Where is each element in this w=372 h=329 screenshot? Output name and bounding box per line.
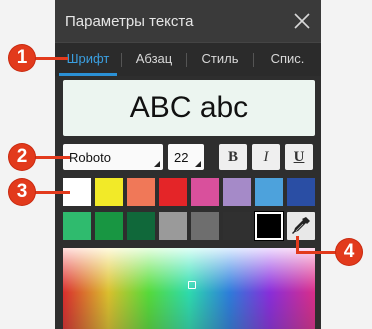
tab-lists-label: Спис. bbox=[270, 51, 305, 66]
callout-marker-4: 4 bbox=[336, 239, 362, 265]
dropdown-corner-icon bbox=[154, 161, 160, 167]
tab-font-label: Шрифт bbox=[66, 51, 110, 66]
callout-line bbox=[296, 251, 338, 254]
tab-style[interactable]: Стиль bbox=[187, 43, 253, 76]
color-swatch[interactable] bbox=[223, 212, 251, 240]
callout-line bbox=[30, 57, 68, 60]
callout-line bbox=[30, 156, 70, 159]
font-preview: ABC abc bbox=[63, 80, 315, 136]
color-swatch[interactable] bbox=[127, 178, 155, 206]
color-swatch[interactable] bbox=[63, 212, 91, 240]
dialog-titlebar: Параметры текста bbox=[55, 0, 321, 42]
active-tab-indicator bbox=[59, 73, 117, 76]
callout-marker-1: 1 bbox=[9, 45, 35, 71]
color-swatch[interactable] bbox=[95, 178, 123, 206]
callout-line bbox=[30, 191, 70, 194]
tab-style-label: Стиль bbox=[201, 51, 239, 66]
callout-marker-2: 2 bbox=[9, 144, 35, 170]
font-size-dropdown[interactable]: 22 bbox=[168, 144, 204, 170]
text-options-dialog: Параметры текста Шрифт Абзац Стиль Спис.… bbox=[55, 0, 321, 329]
font-size-value: 22 bbox=[174, 150, 189, 165]
color-picker-handle[interactable] bbox=[188, 281, 196, 289]
tab-paragraph[interactable]: Абзац bbox=[122, 43, 186, 76]
color-palette bbox=[63, 178, 315, 244]
font-family-value: Roboto bbox=[69, 150, 111, 165]
bold-button[interactable]: B bbox=[219, 144, 247, 170]
tab-bar: Шрифт Абзац Стиль Спис. bbox=[55, 42, 321, 76]
dialog-title: Параметры текста bbox=[65, 13, 194, 30]
close-button[interactable] bbox=[289, 8, 315, 34]
eyedropper-button[interactable] bbox=[287, 212, 315, 240]
font-family-dropdown[interactable]: Roboto bbox=[63, 144, 163, 170]
color-swatch[interactable] bbox=[191, 178, 219, 206]
color-swatch[interactable] bbox=[191, 212, 219, 240]
color-swatch[interactable] bbox=[95, 212, 123, 240]
eyedropper-icon bbox=[292, 217, 310, 234]
color-swatch[interactable] bbox=[287, 178, 315, 206]
tab-paragraph-label: Абзац bbox=[135, 51, 173, 66]
color-swatch[interactable] bbox=[127, 212, 155, 240]
color-swatch[interactable] bbox=[159, 178, 187, 206]
italic-button[interactable]: I bbox=[252, 144, 280, 170]
close-icon bbox=[294, 13, 310, 29]
color-swatch[interactable] bbox=[223, 178, 251, 206]
underline-button[interactable]: U bbox=[285, 144, 313, 170]
color-swatch[interactable] bbox=[255, 178, 283, 206]
dropdown-corner-icon bbox=[195, 161, 201, 167]
color-swatch[interactable] bbox=[159, 212, 187, 240]
callout-marker-3: 3 bbox=[9, 179, 35, 205]
color-spectrum-picker[interactable] bbox=[63, 248, 315, 329]
tab-lists[interactable]: Спис. bbox=[254, 43, 321, 76]
color-swatch[interactable] bbox=[254, 211, 284, 241]
